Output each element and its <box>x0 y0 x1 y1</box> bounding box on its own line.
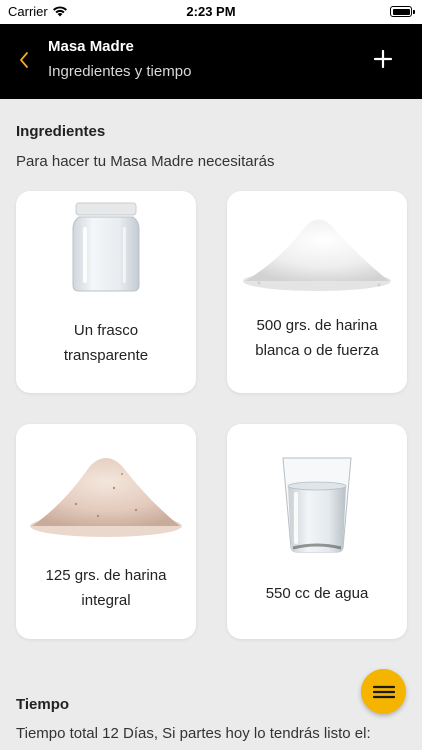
jar-icon <box>16 201 196 293</box>
white-flour-icon <box>227 209 407 293</box>
page-title: Masa Madre <box>48 38 134 55</box>
ingredient-label-line1: 500 grs. de harina <box>256 317 378 334</box>
menu-button[interactable] <box>361 669 406 714</box>
ingredients-heading: Ingredientes <box>16 123 106 140</box>
water-glass-icon <box>227 456 407 554</box>
ingredient-label-line2: transparente <box>63 347 149 364</box>
add-button[interactable] <box>372 48 394 70</box>
battery-icon <box>390 6 415 17</box>
status-bar: Carrier 2:23 PM <box>0 0 422 24</box>
ingredient-card-jar[interactable]: Un frasco transparente <box>16 191 196 393</box>
navigation-bar: Masa Madre Ingredientes y tiempo <box>0 24 422 99</box>
ingredient-label-line2: blanca o de fuerza <box>255 342 379 359</box>
clock-label: 2:23 PM <box>186 4 236 19</box>
wholewheat-flour-icon <box>16 444 196 539</box>
ingredient-card-wholewheat-flour[interactable]: 125 grs. de harina integral <box>16 424 196 639</box>
time-heading: Tiempo <box>16 696 70 713</box>
ingredient-label-line2: integral <box>81 592 131 609</box>
time-text: Tiempo total 12 Días, Si partes hoy lo t… <box>16 725 371 742</box>
page-subtitle: Ingredientes y tiempo <box>48 63 192 80</box>
menu-icon <box>372 685 395 698</box>
ingredient-label-line1: Un frasco <box>73 322 139 339</box>
ingredients-intro: Para hacer tu Masa Madre necesitarás <box>16 153 275 170</box>
ingredient-card-water[interactable]: 550 cc de agua <box>227 424 407 639</box>
chevron-left-icon <box>20 52 28 68</box>
ingredient-label-line1: 550 cc de agua <box>265 585 369 602</box>
ingredient-card-white-flour[interactable]: 500 grs. de harina blanca o de fuerza <box>227 191 407 393</box>
ingredient-label-line1: 125 grs. de harina <box>45 567 167 584</box>
back-button[interactable] <box>12 46 36 74</box>
